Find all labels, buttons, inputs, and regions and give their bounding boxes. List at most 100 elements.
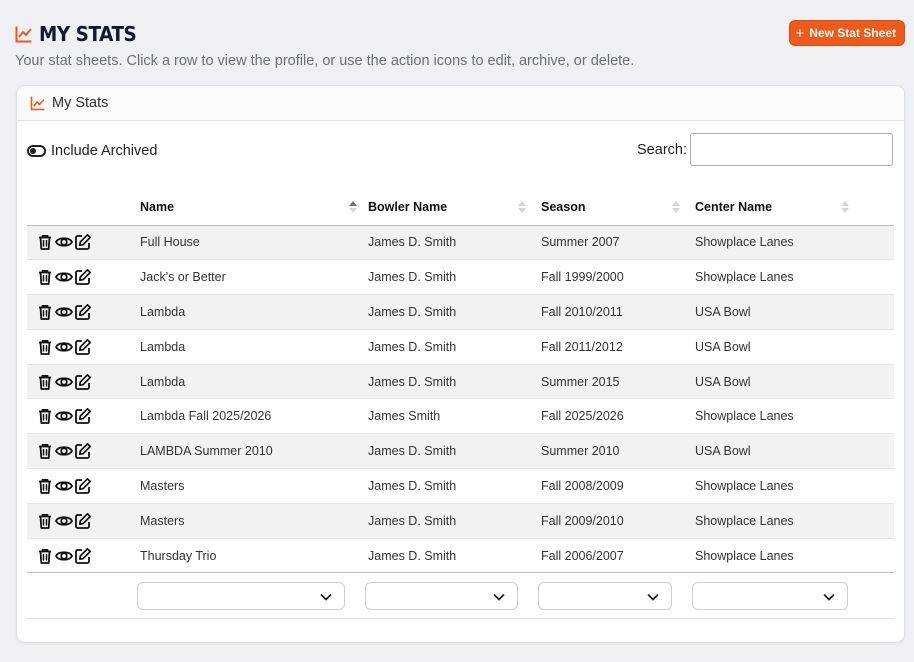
eye-icon[interactable] <box>54 407 74 425</box>
cell-center: USA Bowl <box>692 433 894 470</box>
search-input[interactable] <box>690 133 893 166</box>
cell-bowler: James D. Smith <box>365 433 538 470</box>
filter-select-center[interactable] <box>692 581 848 610</box>
card-header: My Stats <box>17 86 904 121</box>
chevron-down-icon <box>647 593 659 601</box>
include-archived-label: Include Archived <box>51 143 158 159</box>
edit-icon[interactable] <box>74 233 92 251</box>
table-row[interactable]: Masters James D. Smith Fall 2008/2009 Showp… <box>27 468 894 504</box>
row-actions <box>27 364 137 400</box>
eye-icon[interactable] <box>54 303 74 321</box>
sort-icon <box>518 201 526 215</box>
cell-season: Fall 2025/2026 <box>538 398 692 435</box>
cell-name: Lambda <box>137 329 365 365</box>
cell-bowler: James D. Smith <box>365 329 538 365</box>
page-header: MY STATS Your stat sheets. Click a row t… <box>15 20 905 70</box>
table-row[interactable]: Lambda James D. Smith Fall 2011/2012 USA Bo… <box>27 329 894 365</box>
trash-icon[interactable] <box>36 373 54 391</box>
sort-asc-icon <box>349 201 357 215</box>
eye-icon[interactable] <box>54 547 74 565</box>
toggle-switch-icon[interactable] <box>27 145 46 157</box>
row-actions <box>27 433 137 470</box>
cell-season: Summer 2015 <box>538 364 692 400</box>
cell-bowler: James D. Smith <box>365 503 538 539</box>
card-title: My Stats <box>52 95 109 111</box>
trash-icon[interactable] <box>36 268 54 286</box>
column-header-bowler[interactable]: Bowler Name <box>365 190 538 226</box>
trash-icon[interactable] <box>36 477 54 495</box>
title-row: MY STATS <box>15 22 905 46</box>
column-header-season[interactable]: Season <box>538 190 692 226</box>
column-header-label: Name <box>140 200 175 215</box>
trash-icon[interactable] <box>36 407 54 425</box>
cell-bowler: James D. Smith <box>365 294 538 330</box>
edit-icon[interactable] <box>74 477 92 495</box>
eye-icon[interactable] <box>54 233 74 251</box>
table-row[interactable]: Lambda James D. Smith Fall 2010/2011 USA Bo… <box>27 294 894 330</box>
edit-icon[interactable] <box>74 547 92 565</box>
trash-icon[interactable] <box>36 338 54 356</box>
eye-icon[interactable] <box>54 477 74 495</box>
chart-line-icon <box>30 96 45 111</box>
table-row[interactable]: LAMBDA Summer 2010 James D. Smith Summer 2… <box>27 433 894 470</box>
table-row[interactable]: Thursday Trio James D. Smith Fall 2006/200… <box>27 538 894 574</box>
trash-icon[interactable] <box>36 547 54 565</box>
edit-icon[interactable] <box>74 338 92 356</box>
filter-select-season[interactable] <box>538 581 672 610</box>
new-stat-sheet-label: New Stat Sheet <box>809 26 896 40</box>
cell-bowler: James D. Smith <box>365 364 538 400</box>
column-header-center[interactable]: Center Name <box>692 190 894 226</box>
edit-icon[interactable] <box>74 512 92 530</box>
cell-center: Showplace Lanes <box>692 398 894 435</box>
edit-icon[interactable] <box>74 268 92 286</box>
cell-name: Masters <box>137 503 365 539</box>
cell-name: Lambda <box>137 294 365 330</box>
cell-season: Fall 2010/2011 <box>538 294 692 330</box>
eye-icon[interactable] <box>54 512 74 530</box>
cell-bowler: James D. Smith <box>365 538 538 574</box>
table-row[interactable]: Lambda Fall 2025/2026 James Smith Fall 202… <box>27 398 894 435</box>
column-header-label: Bowler Name <box>368 200 448 215</box>
cell-name: Thursday Trio <box>137 538 365 574</box>
filter-select-bowler[interactable] <box>365 581 518 610</box>
cell-center: USA Bowl <box>692 364 894 400</box>
trash-icon[interactable] <box>36 442 54 460</box>
eye-icon[interactable] <box>54 442 74 460</box>
cell-bowler: James Smith <box>365 398 538 435</box>
row-actions <box>27 259 137 296</box>
filter-cell <box>538 572 692 620</box>
table-row[interactable]: Masters James D. Smith Fall 2009/2010 Showp… <box>27 503 894 539</box>
edit-icon[interactable] <box>74 373 92 391</box>
chart-line-icon <box>15 26 32 43</box>
column-header-label: Center Name <box>695 200 773 215</box>
cell-name: Jack's or Better <box>137 259 365 296</box>
search-label: Search: <box>637 141 687 158</box>
page-subtitle: Your stat sheets. Click a row to view th… <box>15 53 635 69</box>
table-row[interactable]: Jack's or Better James D. Smith Fall 1999/… <box>27 259 894 296</box>
include-archived-toggle[interactable]: Include Archived <box>27 143 157 159</box>
edit-icon[interactable] <box>74 442 92 460</box>
new-stat-sheet-button[interactable]: + New Stat Sheet <box>788 20 905 46</box>
trash-icon[interactable] <box>36 303 54 321</box>
cell-season: Fall 2009/2010 <box>538 503 692 539</box>
cell-center: Showplace Lanes <box>692 503 894 539</box>
column-header-name[interactable]: Name <box>137 190 365 226</box>
trash-icon[interactable] <box>36 512 54 530</box>
filter-cell <box>365 572 538 620</box>
filter-row <box>27 572 894 620</box>
edit-icon[interactable] <box>74 303 92 321</box>
eye-icon[interactable] <box>54 373 74 391</box>
table-row[interactable]: Full House James D. Smith Summer 2007 Showp… <box>27 225 894 261</box>
trash-icon[interactable] <box>36 233 54 251</box>
edit-icon[interactable] <box>74 407 92 425</box>
row-actions <box>27 225 137 261</box>
filter-select-name[interactable] <box>137 581 345 610</box>
cell-center: Showplace Lanes <box>692 468 894 504</box>
eye-icon[interactable] <box>54 338 74 356</box>
eye-icon[interactable] <box>54 268 74 286</box>
table-header-row: Name Bowler Name Season Center Name <box>27 190 894 226</box>
sort-icon <box>841 201 849 215</box>
table-row[interactable]: Lambda James D. Smith Summer 2015 USA Bowl <box>27 364 894 400</box>
row-actions <box>27 329 137 365</box>
cell-name: Lambda Fall 2025/2026 <box>137 398 365 435</box>
